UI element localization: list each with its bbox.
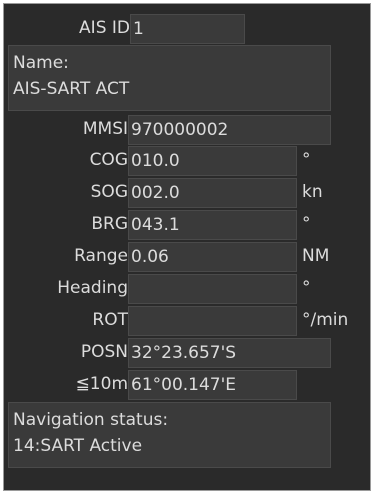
cog-unit: ° [302, 150, 311, 170]
rot-field [128, 306, 297, 336]
rot-label: ROT [92, 310, 128, 330]
mmsi-field: 970000002 [128, 115, 331, 145]
rot-unit: °/min [302, 310, 349, 330]
heading-label: Heading [57, 278, 128, 298]
ais-id-field: 1 [130, 14, 245, 44]
mmsi-label: MMSI [82, 119, 128, 139]
name-label: Name: [13, 53, 69, 73]
cog-label: COG [89, 150, 128, 170]
ais-id-label: AIS ID [79, 18, 130, 38]
sog-field: 002.0 [128, 178, 297, 208]
brg-label: BRG [91, 214, 128, 234]
navigation-status-box: Navigation status: 14:SART Active [8, 402, 331, 468]
name-value: AIS-SART ACT [13, 79, 130, 99]
name-box: Name: AIS-SART ACT [8, 45, 331, 111]
cog-field: 010.0 [128, 146, 297, 176]
range-field: 0.06 [128, 242, 297, 272]
navigation-status-value: 14:SART Active [13, 436, 143, 456]
sog-unit: kn [302, 182, 323, 202]
navigation-status-label: Navigation status: [13, 410, 169, 430]
sog-label: SOG [90, 182, 128, 202]
brg-unit: ° [302, 214, 311, 234]
brg-field: 043.1 [128, 210, 297, 240]
position-accuracy-label: ≦10m [75, 374, 128, 394]
range-label: Range [74, 246, 128, 266]
range-unit: NM [302, 246, 330, 266]
posn-latitude-field: 32°23.657'S [128, 338, 331, 368]
heading-unit: ° [302, 278, 311, 298]
posn-longitude-field: 61°00.147'E [128, 370, 297, 400]
heading-field [128, 274, 297, 304]
posn-label: POSN [80, 342, 128, 362]
ais-target-info-panel: AIS ID 1 Name: AIS-SART ACT MMSI 9700000… [3, 3, 371, 491]
